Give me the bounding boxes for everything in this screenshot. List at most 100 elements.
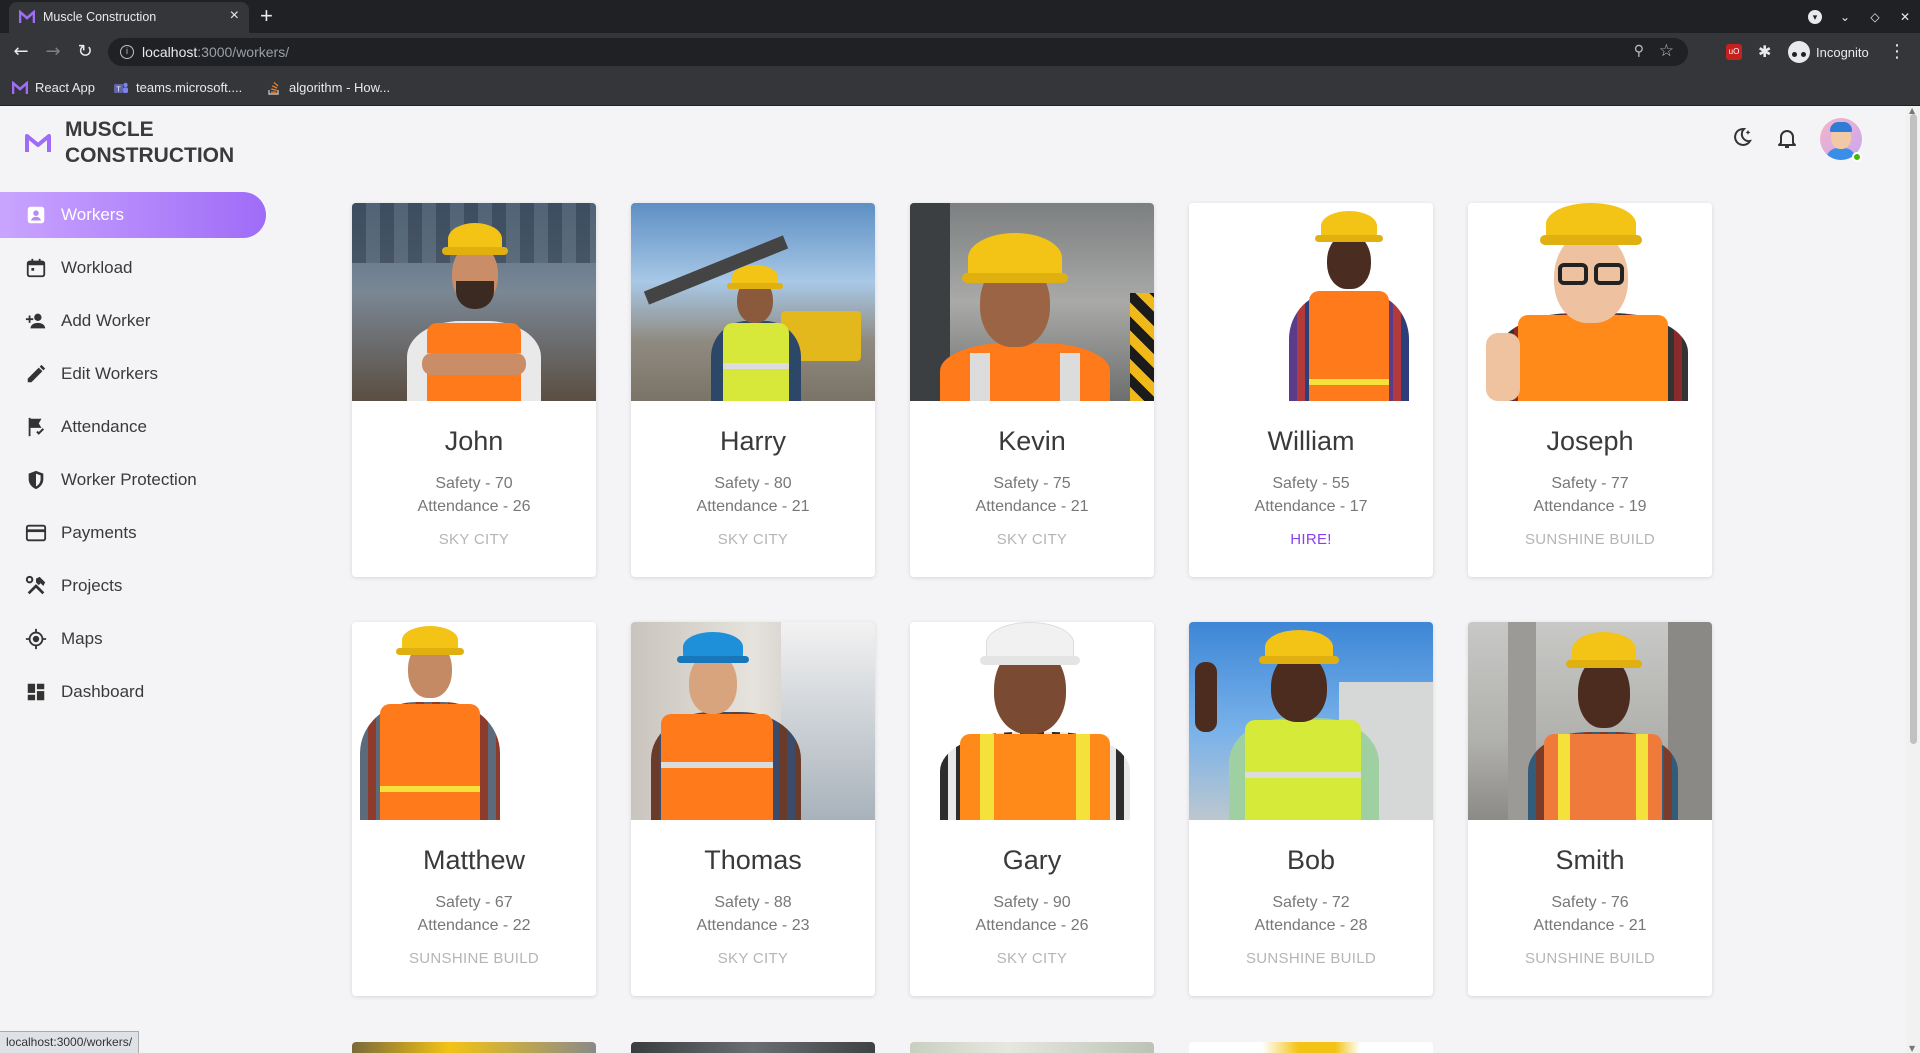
- worker-safety: Safety - 72: [1272, 894, 1350, 911]
- worker-site: SKY CITY: [996, 531, 1068, 548]
- sidebar-item-worker-protection[interactable]: Worker Protection: [0, 457, 270, 503]
- notifications-bell-icon[interactable]: [1774, 126, 1800, 152]
- worker-attendance: Attendance - 21: [696, 498, 810, 515]
- worker-name: William: [1267, 426, 1355, 456]
- minimize-icon[interactable]: ⌄: [1830, 10, 1860, 24]
- bookmark-star-icon[interactable]: ☆: [1659, 41, 1674, 61]
- sidebar-item-edit-workers[interactable]: Edit Workers: [0, 351, 270, 397]
- worker-photo: [352, 622, 596, 820]
- sidebar-item-attendance[interactable]: Attendance: [0, 404, 270, 450]
- worker-card[interactable]: William Safety - 55 Attendance - 17 HIRE…: [1189, 203, 1433, 577]
- address-url[interactable]: localhost:3000/workers/: [142, 44, 289, 60]
- worker-card-partial[interactable]: [1189, 1042, 1433, 1053]
- hire-link[interactable]: HIRE!: [1189, 531, 1433, 548]
- worker-photo: [1468, 203, 1712, 401]
- worker-name: Matthew: [422, 845, 526, 875]
- worker-name: Smith: [1555, 845, 1625, 875]
- worker-attendance: Attendance - 23: [696, 917, 810, 934]
- worker-site: SUNSHINE BUILD: [1245, 950, 1377, 967]
- worker-card[interactable]: Bob Safety - 72 Attendance - 28 SUNSHINE…: [1189, 622, 1433, 996]
- worker-site: SUNSHINE BUILD: [1524, 531, 1656, 548]
- stackoverflow-icon: [268, 81, 279, 95]
- pencil-icon: [25, 363, 47, 385]
- worker-site: SUNSHINE BUILD: [1524, 950, 1656, 967]
- person-add-icon: [25, 310, 47, 332]
- sidebar-item-label: Projects: [61, 576, 123, 595]
- scroll-down-icon[interactable]: ▼: [1909, 1044, 1915, 1053]
- page-scrollbar[interactable]: ▲ ▼: [1906, 106, 1920, 1053]
- worker-safety: Safety - 88: [714, 894, 792, 911]
- worker-site: SKY CITY: [996, 950, 1068, 967]
- worker-card-partial[interactable]: [910, 1042, 1154, 1053]
- worker-name: Joseph: [1546, 426, 1634, 456]
- scrollbar-thumb[interactable]: [1910, 114, 1917, 744]
- browser-menu-icon[interactable]: ⋮: [1888, 41, 1906, 62]
- worker-safety: Safety - 77: [1551, 475, 1629, 492]
- worker-safety: Safety - 55: [1272, 475, 1350, 492]
- worker-card[interactable]: John Safety - 70 Attendance - 26 SKY CIT…: [352, 203, 596, 577]
- site-info-icon[interactable]: i: [120, 45, 134, 59]
- new-tab-button[interactable]: +: [260, 3, 273, 29]
- sidebar-item-payments[interactable]: Payments: [0, 510, 270, 556]
- worker-photo: [352, 203, 596, 401]
- worker-safety: Safety - 80: [714, 475, 792, 492]
- maximize-icon[interactable]: ◇: [1860, 10, 1890, 24]
- bookmark-algorithm[interactable]: algorithm - How...: [266, 80, 390, 95]
- dashboard-icon: [25, 681, 47, 703]
- sidebar-item-projects[interactable]: Projects: [0, 563, 270, 609]
- online-status-dot: [1852, 152, 1862, 162]
- worker-card[interactable]: Smith Safety - 76 Attendance - 21 SUNSHI…: [1468, 622, 1712, 996]
- worker-card[interactable]: Kevin Safety - 75 Attendance - 21 SKY CI…: [910, 203, 1154, 577]
- bookmark-react-app[interactable]: React App: [12, 80, 95, 95]
- worker-card-partial[interactable]: [352, 1042, 596, 1053]
- worker-card[interactable]: Gary Safety - 90 Attendance - 26 SKY CIT…: [910, 622, 1154, 996]
- sidebar-item-maps[interactable]: Maps: [0, 616, 270, 662]
- dark-mode-toggle-icon[interactable]: [1728, 126, 1754, 152]
- worker-card[interactable]: Matthew Safety - 67 Attendance - 22 SUNS…: [352, 622, 596, 996]
- worker-safety: Safety - 70: [435, 475, 513, 492]
- bookmark-label: algorithm - How...: [289, 80, 391, 95]
- worker-attendance: Attendance - 19: [1533, 498, 1647, 515]
- tab-close-icon[interactable]: ×: [230, 7, 239, 25]
- back-icon[interactable]: ←: [8, 40, 34, 64]
- sidebar-item-workload[interactable]: Workload: [0, 245, 270, 291]
- address-bar[interactable]: i localhost:3000/workers/ ⚲ ☆: [108, 38, 1688, 66]
- bookmark-label: teams.microsoft....: [136, 80, 243, 95]
- worker-card[interactable]: Joseph Safety - 77 Attendance - 19 SUNSH…: [1468, 203, 1712, 577]
- worker-photo: [1189, 622, 1433, 820]
- worker-photo: [1468, 622, 1712, 820]
- incognito-label: Incognito: [1816, 44, 1869, 60]
- worker-name: Gary: [1002, 845, 1062, 875]
- incognito-icon: [1788, 41, 1810, 63]
- bookmarks-bar: React App T teams.microsoft.... algorith…: [0, 71, 1920, 106]
- worker-photo: [631, 203, 875, 401]
- worker-name: Thomas: [704, 845, 802, 875]
- worker-attendance: Attendance - 28: [1254, 917, 1368, 934]
- sidebar-item-label: Edit Workers: [61, 364, 158, 383]
- ublock-extension-icon[interactable]: uO: [1726, 44, 1742, 60]
- svg-text:T: T: [116, 86, 121, 93]
- teams-icon: T: [114, 82, 128, 93]
- worker-name: Harry: [720, 426, 786, 456]
- zoom-icon[interactable]: ⚲: [1634, 43, 1644, 59]
- forward-icon[interactable]: →: [40, 40, 66, 64]
- browser-tab[interactable]: Muscle Construction ×: [9, 2, 249, 33]
- worker-name: Kevin: [998, 426, 1066, 456]
- sidebar-item-workers[interactable]: Workers: [0, 192, 266, 238]
- reload-icon[interactable]: ↻: [72, 40, 98, 64]
- sidebar-item-add-worker[interactable]: Add Worker: [0, 298, 270, 344]
- worker-card[interactable]: Harry Safety - 80 Attendance - 21 SKY CI…: [631, 203, 875, 577]
- sidebar-item-label: Worker Protection: [61, 470, 197, 489]
- worker-safety: Safety - 67: [435, 894, 513, 911]
- incognito-indicator[interactable]: Incognito: [1788, 40, 1869, 64]
- worker-card-partial[interactable]: [631, 1042, 875, 1053]
- sidebar-item-dashboard[interactable]: Dashboard: [0, 669, 270, 715]
- worker-card[interactable]: Thomas Safety - 88 Attendance - 23 SKY C…: [631, 622, 875, 996]
- tab-search-icon[interactable]: ▾: [1800, 9, 1830, 24]
- bookmark-teams[interactable]: T teams.microsoft....: [113, 80, 242, 95]
- worker-attendance: Attendance - 21: [975, 498, 1089, 515]
- worker-badge-icon: [25, 204, 47, 226]
- brand[interactable]: MUSCLE CONSTRUCTION: [25, 117, 265, 169]
- close-window-icon[interactable]: ✕: [1890, 10, 1920, 24]
- extensions-puzzle-icon[interactable]: ✱: [1758, 42, 1771, 61]
